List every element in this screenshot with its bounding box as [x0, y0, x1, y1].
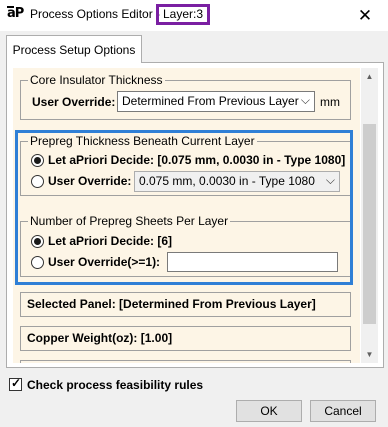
- chevron-down-icon: ⌵: [300, 93, 310, 107]
- layer-label: Layer:3: [156, 4, 211, 25]
- scroll-up-icon[interactable]: ▲: [361, 68, 378, 85]
- close-icon: ✕: [357, 5, 373, 25]
- vertical-scrollbar[interactable]: ▲ ▼: [361, 68, 378, 363]
- cancel-button[interactable]: Cancel: [310, 400, 376, 422]
- tab-process-setup-options[interactable]: Process Setup Options: [6, 35, 142, 63]
- copper-weight-info: Copper Weight(oz): [1.00]: [20, 326, 351, 351]
- core-insulator-select[interactable]: Determined From Previous Layer ⌵: [117, 91, 315, 112]
- annotation-highlight: [15, 130, 353, 285]
- ok-button[interactable]: OK: [236, 400, 302, 422]
- selected-panel-info: Selected Panel: [Determined From Previou…: [20, 292, 351, 317]
- window-title: Process Options Editor -: [30, 7, 161, 21]
- scroll-down-icon[interactable]: ▼: [361, 346, 378, 363]
- core-override-label: User Override:: [32, 95, 116, 109]
- core-insulator-value: Determined From Previous Layer: [122, 94, 299, 108]
- group-title: Core Insulator Thickness: [28, 73, 165, 87]
- feasibility-label[interactable]: Check process feasibility rules: [27, 378, 203, 392]
- close-button[interactable]: ✕: [342, 0, 388, 31]
- title-bar: aP Process Options Editor - Layer:3 ✕: [0, 0, 388, 31]
- app-logo: aP: [7, 6, 24, 21]
- feasibility-checkbox[interactable]: ✓: [9, 376, 22, 391]
- scroll-thumb[interactable]: [363, 124, 376, 324]
- core-unit: mm: [320, 95, 340, 109]
- checkmark-icon: ✓: [11, 376, 22, 390]
- next-section-strip: [20, 360, 351, 363]
